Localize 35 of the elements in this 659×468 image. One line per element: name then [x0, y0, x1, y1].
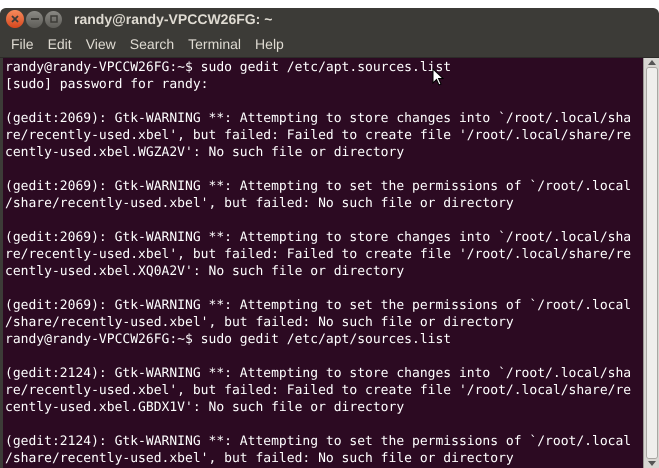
window-title: randy@randy-VPCCW26FG: ~ [74, 12, 272, 26]
terminal-line: /share/recently-used.xbel', but failed: No such file or directory [5, 195, 514, 212]
terminal-line: cently-used.xbel.GBDX1V': No such file or directory [5, 399, 404, 416]
terminal-line: cently-used.xbel.XQ0A2V': No such file or directory [5, 263, 404, 280]
terminal-line: randy@randy-VPCCW26FG:~$ sudo gedit /etc/apt/sources.list [5, 331, 452, 348]
scroll-down-icon [648, 461, 656, 466]
menu-item[interactable]: Help [248, 36, 291, 50]
terminal-line: (gedit:2069): Gtk-WARNING **: Attempting to set the permissions of `/root/.local [5, 178, 632, 195]
terminal-line: re/recently-used.xbel', but failed: Failed to create file '/root/.local/share/re [5, 246, 632, 263]
terminal-line: re/recently-used.xbel', but failed: Failed to create file '/root/.local/share/re [5, 127, 632, 144]
maximize-button[interactable] [45, 10, 62, 28]
close-button[interactable] [6, 10, 24, 28]
scroll-up-icon [648, 60, 656, 65]
terminal-line: randy@randy-VPCCW26FG:~$ sudo gedit /etc/apt.sources.list [5, 59, 452, 76]
terminal-line: /share/recently-used.xbel', but failed: No such file or directory [5, 314, 514, 331]
menu-item[interactable]: Terminal [181, 36, 248, 50]
menu-item[interactable]: Search [122, 36, 182, 50]
minimize-button[interactable] [26, 10, 43, 28]
terminal-line: re/recently-used.xbel', but failed: Failed to create file '/root/.local/share/re [5, 382, 632, 399]
terminal-line: (gedit:2124): Gtk-WARNING **: Attempting to set the permissions of `/root/.local [5, 433, 632, 450]
terminal-line: (gedit:2124): Gtk-WARNING **: Attempting to store changes into `/root/.local/sha [5, 365, 632, 382]
menu-item[interactable]: Edit [40, 36, 79, 50]
close-icon [11, 15, 19, 23]
terminal-line: cently-used.xbel.WGZA2V': No such file or directory [5, 144, 404, 161]
terminal-line: (gedit:2069): Gtk-WARNING **: Attempting to store changes into `/root/.local/sha [5, 110, 632, 127]
terminal-line: [sudo] password for randy: [5, 76, 208, 93]
maximize-icon [50, 15, 58, 23]
terminal-line: (gedit:2069): Gtk-WARNING **: Attempting to store changes into `/root/.local/sha [5, 229, 632, 246]
scrollbar[interactable] [643, 58, 659, 468]
menu-item[interactable]: File [4, 36, 41, 50]
menu-item[interactable]: View [78, 36, 123, 50]
terminal-line: (gedit:2069): Gtk-WARNING **: Attempting to set the permissions of `/root/.local [5, 297, 632, 314]
scrollbar-thumb[interactable] [646, 67, 658, 459]
minimize-icon [30, 18, 38, 20]
terminal-line: /share/recently-used.xbel', but failed: No such file or directory [5, 450, 514, 467]
